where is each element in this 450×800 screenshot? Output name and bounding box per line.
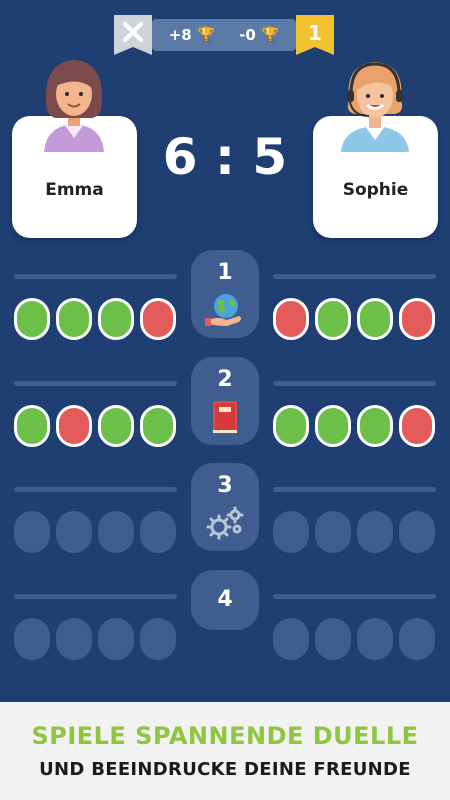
round-divider-left bbox=[14, 487, 177, 492]
duel-header: +8 🏆 -0 🏆 1 bbox=[112, 15, 336, 55]
round-number: 4 bbox=[217, 587, 233, 612]
left-answer-correct bbox=[14, 298, 50, 340]
round-number: 2 bbox=[217, 367, 233, 392]
round-divider-left bbox=[14, 594, 177, 599]
right-answer-correct bbox=[273, 405, 309, 447]
round-divider-left bbox=[14, 381, 177, 386]
gears-icon bbox=[205, 503, 245, 543]
flag-number: 1 bbox=[308, 21, 322, 45]
right-answer-pending bbox=[315, 511, 351, 553]
left-answer-pending bbox=[140, 618, 176, 660]
trophy-icon: 🏆 bbox=[197, 27, 216, 43]
close-icon bbox=[114, 15, 152, 55]
round-divider-right bbox=[273, 274, 436, 279]
right-answer-pending bbox=[357, 618, 393, 660]
round-category-3[interactable]: 3 bbox=[191, 463, 259, 551]
right-answer-pending bbox=[315, 618, 351, 660]
close-button[interactable] bbox=[112, 15, 154, 57]
right-answer-wrong bbox=[273, 298, 309, 340]
trophy-counter: +8 🏆 -0 🏆 bbox=[152, 19, 296, 51]
right-answer-pending bbox=[273, 618, 309, 660]
left-answer-correct bbox=[56, 298, 92, 340]
match-score: 6 : 5 bbox=[162, 128, 288, 186]
banner-subline: UND BEEINDRUCKE DEINE FREUNDE bbox=[39, 759, 411, 780]
right-answer-pending bbox=[273, 511, 309, 553]
round-divider-right bbox=[273, 487, 436, 492]
right-answer-pending bbox=[399, 511, 435, 553]
right-answer-pending bbox=[399, 618, 435, 660]
right-answer-pending bbox=[357, 511, 393, 553]
earth-in-hand-icon bbox=[205, 290, 245, 330]
right-answer-correct bbox=[315, 298, 351, 340]
left-answer-correct bbox=[98, 298, 134, 340]
left-answer-wrong bbox=[56, 405, 92, 447]
avatar-support-agent-icon bbox=[341, 62, 409, 152]
round-divider-right bbox=[273, 594, 436, 599]
banner-headline: SPIELE SPANNENDE DUELLE bbox=[31, 722, 419, 750]
left-answer-pending bbox=[14, 618, 50, 660]
right-answer-correct bbox=[357, 405, 393, 447]
left-answer-pending bbox=[56, 618, 92, 660]
left-answer-pending bbox=[56, 511, 92, 553]
left-answer-pending bbox=[98, 511, 134, 553]
left-answer-correct bbox=[140, 405, 176, 447]
right-answer-correct bbox=[315, 405, 351, 447]
round-number: 1 bbox=[217, 260, 233, 285]
right-answer-correct bbox=[357, 298, 393, 340]
round-divider-left bbox=[14, 274, 177, 279]
left-answer-pending bbox=[140, 511, 176, 553]
avatar-woman-icon bbox=[44, 60, 104, 152]
right-answer-wrong bbox=[399, 405, 435, 447]
round-category-4[interactable]: 4 bbox=[191, 570, 259, 630]
round-divider-right bbox=[273, 381, 436, 386]
right-answer-wrong bbox=[399, 298, 435, 340]
left-answer-correct bbox=[14, 405, 50, 447]
player-name-right: Sophie bbox=[342, 180, 409, 200]
left-trophy-delta: +8 bbox=[168, 26, 192, 44]
trophy-icon: 🏆 bbox=[261, 27, 280, 43]
promo-banner: SPIELE SPANNENDE DUELLE UND BEEINDRUCKE … bbox=[0, 702, 450, 800]
red-book-icon bbox=[205, 397, 245, 437]
left-answer-pending bbox=[14, 511, 50, 553]
left-answer-wrong bbox=[140, 298, 176, 340]
round-number: 3 bbox=[217, 473, 233, 498]
right-trophy-delta: -0 bbox=[239, 26, 256, 44]
player-name-left: Emma bbox=[45, 180, 104, 200]
left-answer-correct bbox=[98, 405, 134, 447]
left-answer-pending bbox=[98, 618, 134, 660]
round-category-2[interactable]: 2 bbox=[191, 357, 259, 445]
round-flag: 1 bbox=[294, 15, 336, 57]
duel-screen: +8 🏆 -0 🏆 1 Emma Sophie 6: 5 1 2 3 4 bbox=[0, 0, 450, 702]
round-category-1[interactable]: 1 bbox=[191, 250, 259, 338]
